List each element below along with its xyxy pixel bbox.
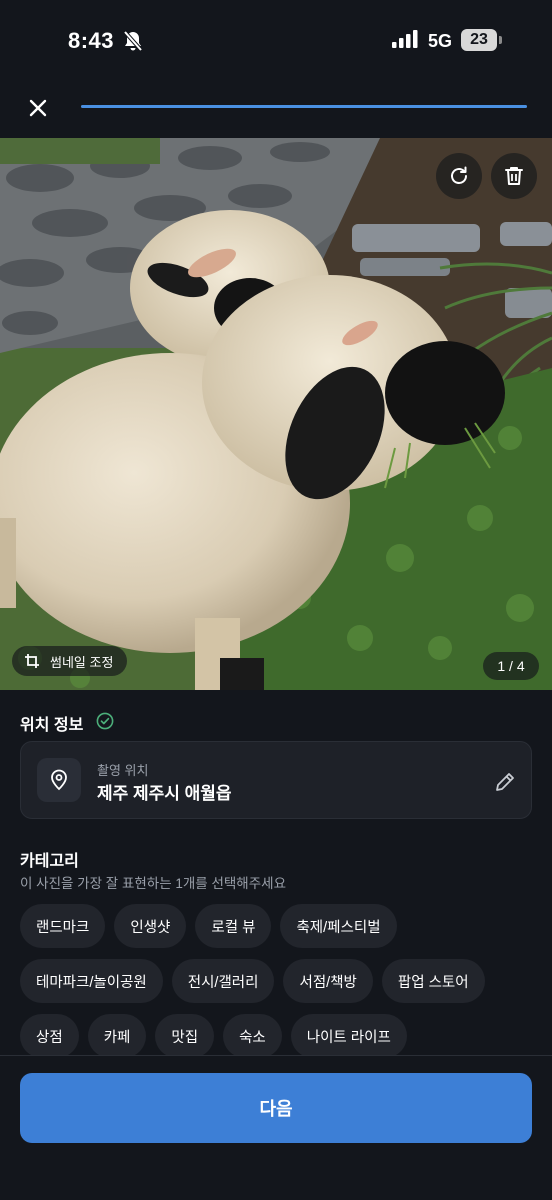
category-chip-gallery[interactable]: 전시/갤러리 [171,959,275,1003]
next-button[interactable]: 다음 [20,1073,532,1143]
bell-muted-icon [123,30,143,57]
photo-preview[interactable]: 썸네일 조정 1 / 4 [0,138,552,690]
location-label: 촬영 위치 [97,763,149,778]
pencil-icon [496,773,514,791]
edit-location-button[interactable] [491,768,519,796]
category-chip-local-view[interactable]: 로컬 뷰 [195,904,272,948]
thumbnail-adjust-label: 썸네일 조정 [50,654,114,670]
trash-icon [505,167,523,185]
close-button[interactable] [22,92,54,124]
category-chip-shop[interactable]: 상점 [20,1014,79,1058]
category-chip-bookstore[interactable]: 서점/책방 [283,959,373,1003]
category-chips-row-2: 테마파크/놀이공원 전시/갤러리 서점/책방 팝업 스토어 [20,959,485,1003]
category-chips-row-1: 랜드마크 인생샷 로컬 뷰 축제/페스티벌 [20,904,397,948]
category-chip-cafe[interactable]: 카페 [87,1014,147,1058]
category-chip-photo-spot[interactable]: 인생샷 [114,904,187,948]
delete-button[interactable] [491,153,537,199]
status-bar: 8:43 5G 23 [0,0,552,84]
location-section-title: 위치 정보 [20,717,84,734]
progress-fill [81,105,527,108]
check-circle-icon [96,712,114,735]
category-section-title: 카테고리 [20,853,79,870]
location-pin-icon [37,758,81,802]
category-chip-landmark[interactable]: 랜드마크 [20,904,106,948]
category-chip-lodging[interactable]: 숙소 [223,1014,282,1058]
location-card[interactable]: 촬영 위치 제주 제주시 애월읍 [20,741,532,819]
category-subtitle: 이 사진을 가장 잘 표현하는 1개를 선택해주세요 [20,876,286,891]
rotate-button[interactable] [436,153,482,199]
sheep-photo [0,138,552,690]
network-type: 5G [428,31,453,51]
category-chip-theme-park[interactable]: 테마파크/놀이공원 [20,959,163,1003]
category-chip-festival[interactable]: 축제/페스티벌 [280,904,397,948]
battery-icon: 23 [461,29,502,51]
rotate-icon [451,166,467,184]
photo-counter: 1 / 4 [483,652,539,680]
battery-level: 23 [470,31,488,48]
category-chip-nightlife[interactable]: 나이트 라이프 [290,1014,407,1058]
category-chip-popup-store[interactable]: 팝업 스토어 [381,959,485,1003]
close-icon [29,99,47,117]
signal-icon [392,30,420,53]
status-time: 8:43 [68,28,115,53]
bottom-bar: 다음 [0,1055,552,1200]
category-chips-row-3: 상점 카페 맛집 숙소 나이트 라이프 [20,1014,407,1058]
crop-icon [25,654,39,668]
location-value: 제주 제주시 애월읍 [97,784,232,803]
upload-progress [81,105,527,108]
thumbnail-adjust-button[interactable]: 썸네일 조정 [12,646,128,676]
category-chip-restaurant[interactable]: 맛집 [155,1014,215,1058]
